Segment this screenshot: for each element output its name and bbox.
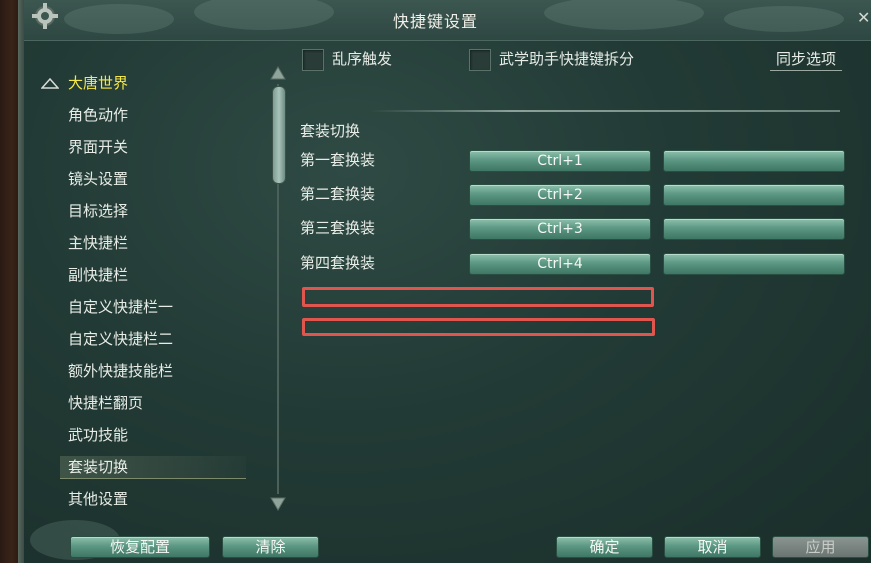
scroll-up-icon[interactable] — [270, 66, 286, 80]
highlight-box — [302, 318, 655, 336]
outfit-1-label: 第一套换装 — [300, 151, 376, 169]
sidebar-item-other-settings[interactable]: 其他设置 — [68, 488, 128, 510]
window-frame-left — [0, 0, 24, 563]
restore-config-button[interactable]: 恢复配置 — [70, 536, 210, 558]
cancel-button[interactable]: 取消 — [664, 536, 761, 558]
sidebar-item-character-action[interactable]: 角色动作 — [68, 104, 128, 126]
sidebar-item-martial-skills[interactable]: 武功技能 — [68, 424, 128, 446]
outfit-2-label: 第二套换装 — [300, 185, 376, 203]
ok-button[interactable]: 确定 — [556, 536, 653, 558]
outfit-4-primary-key[interactable]: Ctrl+4 — [469, 253, 651, 275]
outfit-1-secondary-key[interactable] — [663, 150, 845, 172]
sidebar-item-extra-skill-bar[interactable]: 额外快捷技能栏 — [68, 360, 173, 382]
random-trigger-label: 乱序触发 — [332, 50, 393, 68]
sidebar-item-custom-hotbar-2[interactable]: 自定义快捷栏二 — [68, 328, 173, 350]
scroll-down-icon[interactable] — [270, 497, 286, 511]
sidebar-item-ui-toggle[interactable]: 界面开关 — [68, 136, 128, 158]
outfit-1-primary-key[interactable]: Ctrl+1 — [469, 150, 651, 172]
random-trigger-checkbox[interactable] — [302, 49, 324, 71]
hotkey-settings-window: 快捷键设置 ✕ 大唐世界 角色动作 界面开关 镜头设置 目标选择 主快捷栏 副快… — [0, 0, 871, 563]
window-title: 快捷键设置 — [392, 12, 478, 31]
outfit-4-secondary-key[interactable] — [663, 253, 845, 275]
martial-split-checkbox[interactable] — [469, 49, 491, 71]
sidebar-item-camera[interactable]: 镜头设置 — [68, 168, 128, 190]
sync-options-button[interactable]: 同步选项 — [770, 48, 842, 71]
outfit-3-primary-key[interactable]: Ctrl+3 — [469, 218, 651, 240]
sidebar-item-main-hotbar[interactable]: 主快捷栏 — [68, 232, 128, 254]
outfit-2-secondary-key[interactable] — [663, 184, 845, 206]
outfit-3-secondary-key[interactable] — [663, 218, 845, 240]
outfit-3-label: 第三套换装 — [300, 219, 376, 237]
section-divider — [370, 110, 840, 112]
martial-split-label: 武学助手快捷键拆分 — [499, 50, 635, 68]
sidebar-item-hotbar-paging[interactable]: 快捷栏翻页 — [68, 392, 143, 414]
close-icon[interactable]: ✕ — [857, 8, 871, 28]
sidebar-item-target-select[interactable]: 目标选择 — [68, 200, 128, 222]
clear-button[interactable]: 清除 — [222, 536, 319, 558]
sidebar-item-outfit-switch[interactable]: 套装切换 — [60, 456, 246, 479]
scrollbar-thumb[interactable] — [272, 86, 286, 184]
outfit-2-primary-key[interactable]: Ctrl+2 — [469, 184, 651, 206]
section-title: 套装切换 — [300, 122, 361, 140]
collapse-triangle-icon[interactable] — [41, 77, 59, 89]
apply-button[interactable]: 应用 — [772, 536, 869, 558]
outfit-4-label: 第四套换装 — [300, 254, 376, 272]
sidebar-group-tang-world[interactable]: 大唐世界 — [68, 72, 128, 94]
highlight-box — [302, 287, 654, 307]
sidebar-item-secondary-hotbar[interactable]: 副快捷栏 — [68, 264, 128, 286]
sidebar-item-custom-hotbar-1[interactable]: 自定义快捷栏一 — [68, 296, 173, 318]
